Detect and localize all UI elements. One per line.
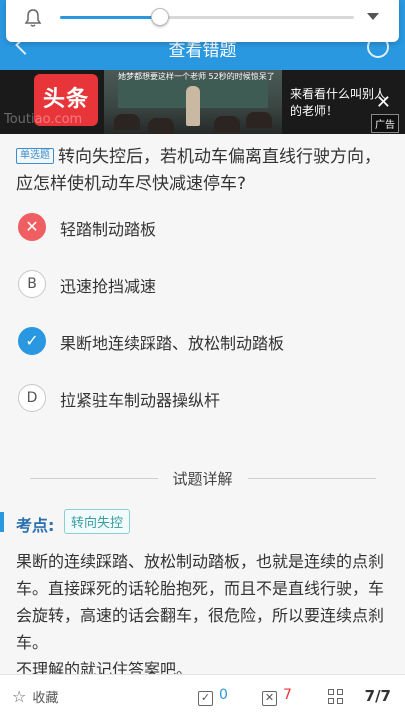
brightness-slider[interactable]	[60, 8, 354, 26]
star-icon: ☆	[12, 687, 27, 706]
key-point-label: 考点:	[16, 516, 55, 535]
question-type-badge: 单选题	[16, 148, 54, 164]
question-body: 转向失控后，若机动车偏离直线行驶方向，应怎样使机动车尽快减速停车?	[16, 147, 381, 194]
favorite-label: 收藏	[32, 691, 59, 706]
check-mark-icon: ✓	[18, 327, 46, 355]
ad-banner[interactable]: 头条 Toutiao.com 她梦都想要这样一个老师 52秒的时候惊呆了 来看看…	[0, 70, 405, 134]
option-a[interactable]: ✕ 轻踏制动踏板	[18, 213, 388, 243]
explanation-text: 果断的连续踩踏、放松制动踏板，也就是连续的点刹车。直接踩死的话轮胎抱死，而且不是…	[16, 548, 394, 683]
correct-count-value: 0	[219, 687, 228, 703]
option-letter: B	[18, 270, 46, 298]
chevron-down-icon[interactable]	[367, 13, 379, 20]
ad-badge: 广告	[371, 114, 399, 133]
x-box-icon: ✕	[262, 691, 277, 706]
favorite-button[interactable]: ☆ 收藏	[12, 687, 58, 706]
bell-icon	[24, 9, 42, 27]
option-c[interactable]: ✓ 果断地连续踩踏、放松制动踏板	[18, 327, 388, 357]
option-text: 轻踏制动踏板	[60, 220, 157, 239]
option-d[interactable]: D 拉紧驻车制动器操纵杆	[18, 384, 388, 414]
brightness-panel	[6, 0, 399, 42]
option-text: 迅速抢挡减速	[60, 277, 157, 296]
option-letter: D	[18, 384, 46, 412]
option-text: 拉紧驻车制动器操纵杆	[60, 391, 221, 410]
ad-watermark: Toutiao.com	[4, 112, 83, 127]
grid-icon[interactable]	[328, 689, 344, 705]
brightness-slider-fill	[60, 16, 160, 19]
wrong-count-value: 7	[283, 687, 292, 703]
wrong-count[interactable]: ✕ 7	[262, 687, 292, 706]
option-b[interactable]: B 迅速抢挡减速	[18, 270, 388, 300]
wrong-mark-icon: ✕	[18, 213, 46, 241]
explanation-paragraph: 果断的连续踩踏、放松制动踏板，也就是连续的点刹车。直接踩死的话轮胎抱死，而且不是…	[16, 552, 385, 652]
check-box-icon: ✓	[198, 691, 213, 706]
key-point-accent-bar	[0, 512, 4, 532]
bottom-toolbar: ☆ 收藏 ✓ 0 ✕ 7 7/7	[0, 674, 405, 720]
divider-right	[248, 478, 376, 479]
ad-caption: 她梦都想要这样一个老师 52秒的时候惊呆了	[118, 72, 275, 81]
question-text: 单选题 转向失控后，若机动车偏离直线行驶方向，应怎样使机动车尽快减速停车?	[16, 144, 394, 198]
correct-count[interactable]: ✓ 0	[198, 687, 228, 706]
page-indicator: 7/7	[364, 687, 391, 705]
key-point-tag[interactable]: 转向失控	[64, 509, 131, 534]
close-icon[interactable]: ✕	[376, 92, 391, 113]
brightness-slider-knob[interactable]	[150, 8, 169, 26]
option-text: 果断地连续踩踏、放松制动踏板	[60, 334, 285, 353]
